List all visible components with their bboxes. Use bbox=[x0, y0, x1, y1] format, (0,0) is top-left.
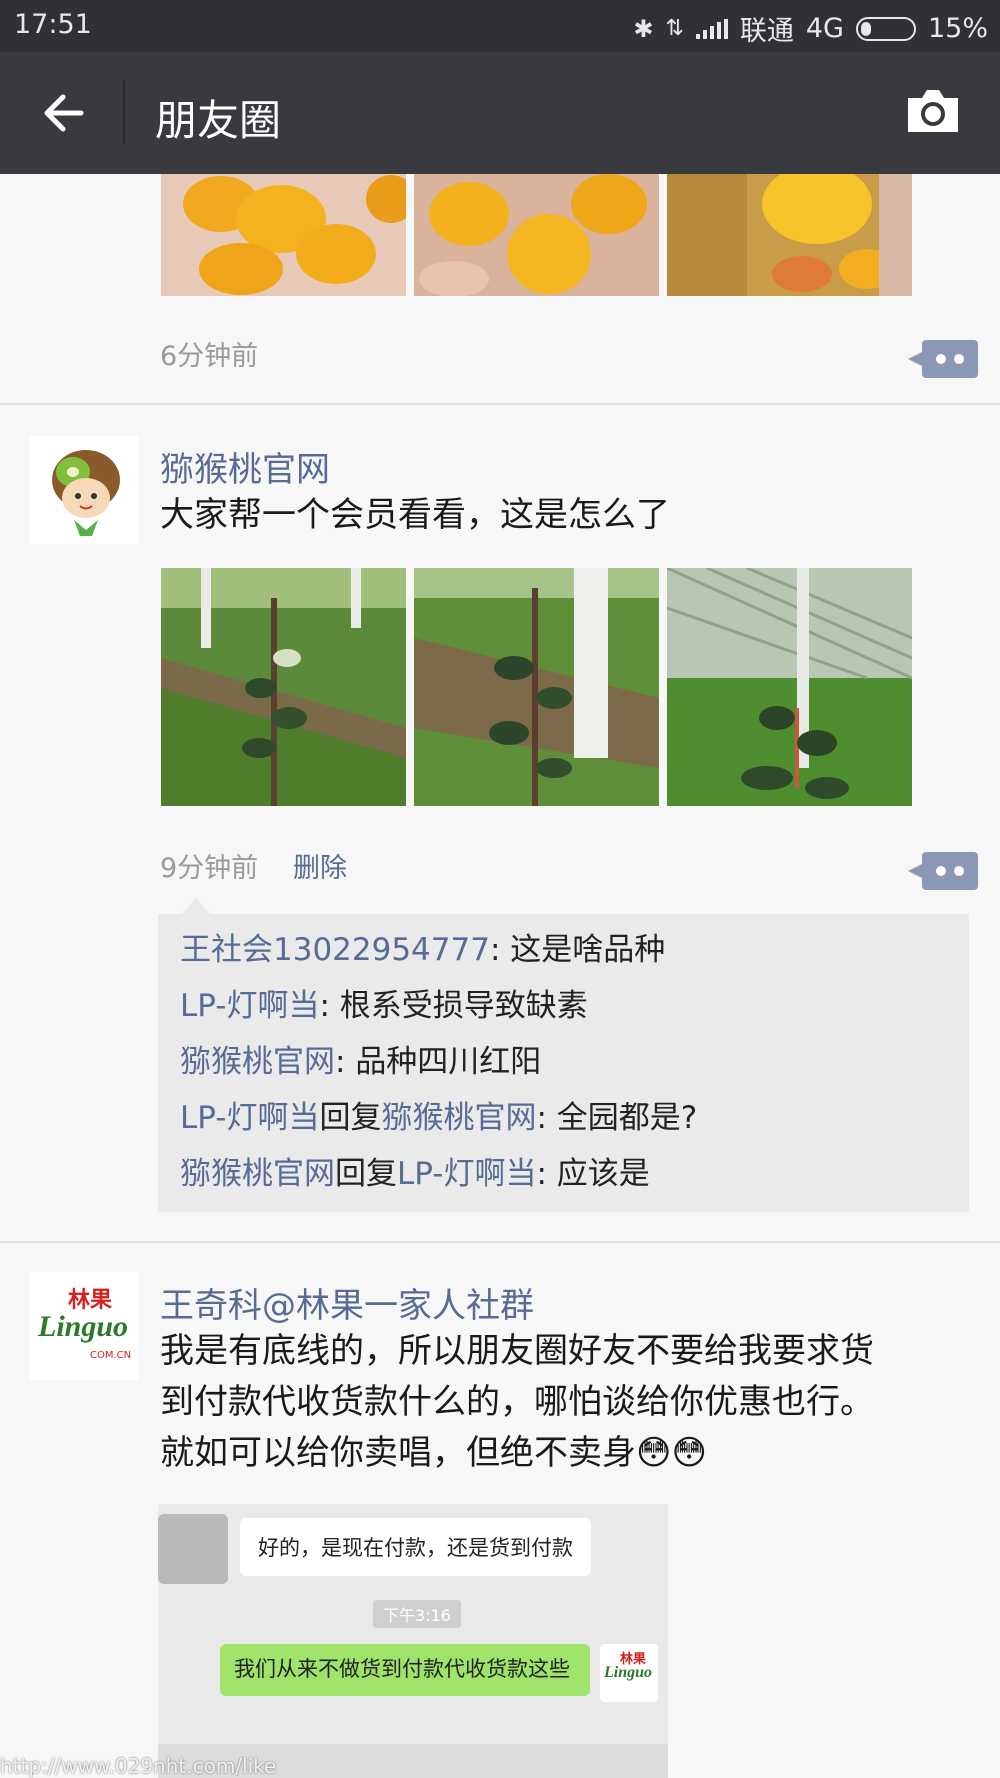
post-image[interactable] bbox=[161, 568, 406, 806]
post-image[interactable] bbox=[414, 174, 659, 296]
comment-author[interactable]: 猕猴桃官网 bbox=[180, 1044, 335, 1080]
post-more-button[interactable] bbox=[908, 340, 978, 378]
battery-percent: 15% bbox=[927, 13, 988, 44]
post-image[interactable] bbox=[667, 568, 912, 806]
battery-icon bbox=[855, 16, 916, 41]
comment-item[interactable]: 王社会13022954777: 这是啥品种 bbox=[180, 922, 947, 978]
post-timestamp: 9分钟前 bbox=[160, 853, 259, 884]
comment-text: 应该是 bbox=[556, 1156, 650, 1192]
comment-text: 品种四川红阳 bbox=[355, 1044, 542, 1080]
title-divider bbox=[123, 80, 125, 144]
back-button[interactable] bbox=[30, 80, 96, 146]
comment-author[interactable]: LP-灯啊当 bbox=[180, 1100, 319, 1136]
page-title: 朋友圈 bbox=[155, 96, 282, 145]
flushed-face-emoji: 😳😳 bbox=[636, 1433, 707, 1473]
chat-avatar-blur bbox=[158, 1514, 228, 1584]
reply-word: 回复 bbox=[335, 1156, 397, 1192]
chat-bubble-outgoing: 我们从来不做货到付款代收货款这些 bbox=[220, 1644, 590, 1696]
network-label: 4G bbox=[805, 13, 844, 44]
comment-text: 这是啥品种 bbox=[510, 932, 666, 968]
post-text: 大家帮一个会员看看，这是怎么了 bbox=[160, 495, 670, 535]
comment-item[interactable]: LP-灯啊当: 根系受损导致缺素 bbox=[180, 978, 947, 1034]
avatar[interactable] bbox=[30, 436, 138, 544]
camera-button[interactable] bbox=[904, 86, 962, 136]
comment-item[interactable]: 猕猴桃官网回复LP-灯啊当: 应该是 bbox=[180, 1146, 947, 1202]
linguo-logo: 林果 Linguo COM.CN bbox=[30, 1272, 138, 1380]
post-timestamp: 6分钟前 bbox=[160, 341, 259, 372]
avatar[interactable]: 林果 Linguo COM.CN bbox=[30, 1272, 138, 1380]
post-image[interactable] bbox=[161, 174, 406, 296]
post-separator bbox=[0, 403, 1000, 405]
dot-icon bbox=[954, 354, 964, 364]
post-image[interactable] bbox=[414, 568, 659, 806]
camera-icon bbox=[908, 90, 958, 132]
comment-author[interactable]: 王社会13022954777 bbox=[180, 932, 490, 968]
comment-section: 王社会13022954777: 这是啥品种 LP-灯啊当: 根系受损导致缺素 猕… bbox=[158, 898, 969, 1212]
signal-icon bbox=[695, 18, 728, 39]
chat-bubble-incoming: 好的，是现在付款，还是货到付款 bbox=[240, 1518, 591, 1576]
reply-target[interactable]: 猕猴桃官网 bbox=[381, 1100, 536, 1136]
reply-target[interactable]: LP-灯啊当 bbox=[397, 1156, 536, 1192]
chat-avatar-linguo: 林果 Linguo bbox=[600, 1644, 658, 1702]
comment-item[interactable]: LP-灯啊当回复猕猴桃官网: 全园都是? bbox=[180, 1090, 947, 1146]
back-arrow-icon bbox=[44, 94, 84, 132]
dot-icon bbox=[954, 866, 964, 876]
comment-text: 根系受损导致缺素 bbox=[339, 988, 588, 1024]
dot-icon bbox=[936, 866, 946, 876]
kiwi-mascot-icon bbox=[30, 436, 138, 544]
post-author[interactable]: 猕猴桃官网 bbox=[160, 442, 330, 491]
carrier-label: 联通 bbox=[739, 16, 794, 47]
comment-text: 全园都是? bbox=[556, 1100, 698, 1136]
reply-word: 回复 bbox=[319, 1100, 382, 1136]
post-text: 我是有底线的，所以朋友圈好友不要给我要求货 到付款代收货款什么的，哪怕谈给你优惠… bbox=[160, 1331, 874, 1473]
delete-link[interactable]: 删除 bbox=[293, 846, 347, 885]
comment-item[interactable]: 猕猴桃官网: 品种四川红阳 bbox=[180, 1034, 947, 1090]
status-bar: 17:51 ✱ ⇅ 联通 4G 15% bbox=[0, 0, 1000, 52]
post-more-button[interactable] bbox=[908, 852, 978, 890]
post-separator bbox=[0, 1241, 1000, 1243]
title-bar: 朋友圈 bbox=[0, 52, 1000, 174]
post-image[interactable] bbox=[667, 174, 912, 296]
chat-timestamp: 下午3:16 bbox=[373, 1600, 461, 1628]
moments-feed[interactable]: 6分钟前 猕猴桃官网 大家帮一个会员看看，这是怎么了 9分钟前 删除 王社会13… bbox=[0, 174, 1000, 1778]
post-image[interactable]: 好的，是现在付款，还是货到付款 下午3:16 我们从来不做货到付款代收货款这些 … bbox=[158, 1504, 668, 1778]
post-author[interactable]: 王奇科@林果一家人社群 bbox=[160, 1278, 534, 1327]
comment-author[interactable]: 猕猴桃官网 bbox=[180, 1156, 335, 1192]
dot-icon bbox=[936, 354, 946, 364]
comment-author[interactable]: LP-灯啊当 bbox=[180, 988, 319, 1024]
data-transfer-icon: ⇅ bbox=[665, 16, 684, 41]
bluetooth-icon: ✱ bbox=[633, 14, 654, 43]
status-icons: ✱ ⇅ 联通 4G 15% bbox=[633, 9, 988, 48]
watermark: http://www.029nht.com/like bbox=[0, 1754, 277, 1778]
status-time: 17:51 bbox=[14, 9, 92, 40]
